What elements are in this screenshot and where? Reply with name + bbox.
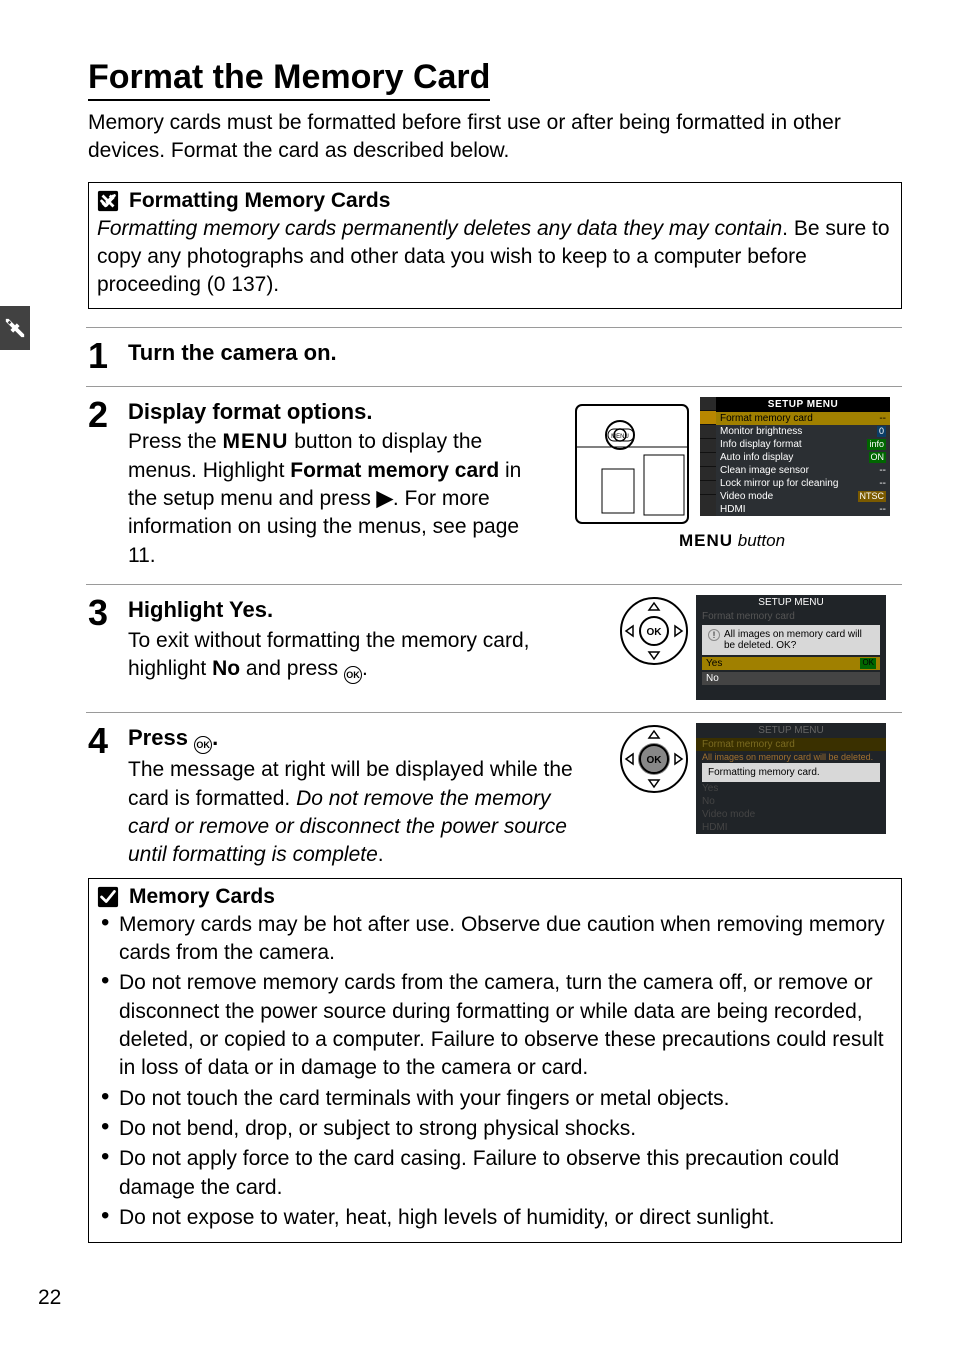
bullet-item: Do not expose to water, heat, high level… — [97, 1204, 893, 1232]
separator — [86, 712, 902, 713]
camera-back-icon: MENU — [574, 397, 694, 527]
step-2-body: Press the MENU button to display the men… — [128, 428, 548, 570]
warning-box-formatting: Formatting Memory Cards Formatting memor… — [88, 182, 902, 309]
svg-text:OK: OK — [647, 627, 663, 638]
svg-text:OK: OK — [647, 755, 663, 766]
progress-dialog-screenshot: SETUP MENU Format memory card All images… — [696, 723, 886, 834]
step-2-illustration: MENU SETUP MENU Format memory card-- Mon… — [562, 397, 902, 572]
bullet-item: Memory cards may be hot after use. Obser… — [97, 911, 893, 968]
warning-body: Formatting memory cards permanently dele… — [97, 215, 893, 300]
tools-icon — [4, 317, 26, 339]
step-2: 2 Display format options. Press the MENU… — [88, 397, 902, 572]
bullet-item: Do not touch the card terminals with you… — [97, 1085, 893, 1113]
step-2-head: Display format options. — [128, 397, 548, 427]
step-4: 4 Press OK. The message at right will be… — [88, 723, 902, 871]
step-1-number: 1 — [88, 338, 114, 374]
page-number: 22 — [38, 1286, 61, 1310]
separator — [86, 327, 902, 328]
separator — [86, 386, 902, 387]
warning-icon — [97, 190, 119, 212]
step-3: 3 Highlight Yes. To exit without formatt… — [88, 595, 902, 700]
warning-box-memory-cards: Memory Cards Memory cards may be hot aft… — [88, 878, 902, 1244]
step-4-head: Press OK. — [128, 723, 588, 754]
ok-dpad-icon: OK — [618, 595, 690, 667]
step-3-body: To exit without formatting the memory ca… — [128, 627, 588, 684]
step-4-number: 4 — [88, 723, 114, 871]
step-3-head: Highlight Yes. — [128, 595, 588, 625]
step-3-number: 3 — [88, 595, 114, 700]
ok-dpad-icon: OK — [618, 723, 690, 795]
step-2-number: 2 — [88, 397, 114, 572]
warning-icon — [97, 886, 119, 908]
side-tab — [0, 306, 30, 350]
step-1: 1 Turn the camera on. — [88, 338, 902, 374]
sim-title: SETUP MENU — [716, 397, 890, 412]
confirm-dialog-screenshot: SETUP MENU Format memory card !All image… — [696, 595, 886, 700]
warning-bullets: Memory cards may be hot after use. Obser… — [97, 911, 893, 1233]
page-title: Format the Memory Card — [88, 58, 490, 101]
separator — [86, 584, 902, 585]
step-1-head: Turn the camera on. — [128, 338, 902, 368]
step-4-body: The message at right will be displayed w… — [128, 756, 588, 869]
step-3-illustration: OK SETUP MENU Format memory card !All im… — [602, 595, 902, 700]
bullet-item: Do not bend, drop, or subject to strong … — [97, 1115, 893, 1143]
bullet-item: Do not apply force to the card casing. F… — [97, 1145, 893, 1202]
lead-paragraph: Memory cards must be formatted before fi… — [88, 109, 902, 166]
warning-title: Formatting Memory Cards — [129, 189, 390, 213]
setup-menu-screenshot: SETUP MENU Format memory card-- Monitor … — [700, 397, 890, 516]
step-2-caption: MENU button — [679, 531, 785, 551]
svg-text:MENU: MENU — [611, 434, 629, 440]
warning-title-2: Memory Cards — [129, 885, 275, 909]
step-4-illustration: OK SETUP MENU Format memory card All ima… — [602, 723, 902, 871]
bullet-item: Do not remove memory cards from the came… — [97, 969, 893, 1082]
